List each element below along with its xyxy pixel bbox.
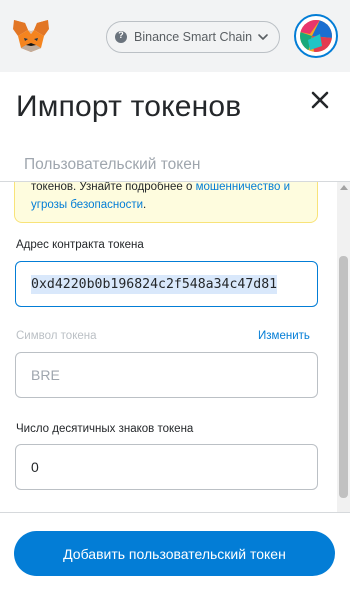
contract-address-input[interactable]: 0xd4220b0b196824c2f548a34c47d81: [15, 261, 318, 307]
network-selector[interactable]: Binance Smart Chain: [106, 21, 280, 53]
app-header: Binance Smart Chain: [0, 0, 350, 72]
form-scroll-area: токенов. Узнайте подробнее о мошенничест…: [0, 182, 350, 512]
scrollbar-thumb[interactable]: [339, 256, 348, 498]
page-title: Импорт токенов: [16, 90, 242, 123]
account-menu-button[interactable]: [294, 14, 338, 58]
scroll-up-arrow-icon[interactable]: [340, 185, 348, 190]
warning-suffix: .: [143, 199, 147, 211]
token-symbol-input[interactable]: BRE: [15, 352, 318, 398]
metamask-fox-icon[interactable]: [12, 18, 50, 54]
footer-divider: [0, 512, 350, 513]
token-decimals-value: 0: [31, 459, 39, 475]
token-symbol-value: BRE: [31, 367, 60, 383]
contract-address-value: 0xd4220b0b196824c2f548a34c47d81: [31, 274, 278, 294]
add-custom-token-button[interactable]: Добавить пользовательский токен: [14, 531, 335, 576]
contract-address-label: Адрес контракта токена: [16, 239, 144, 251]
tab-custom-token[interactable]: Пользовательский токен: [24, 156, 200, 174]
network-label: Binance Smart Chain: [134, 30, 253, 44]
warning-message: токенов. Узнайте подробнее о: [31, 182, 196, 193]
warning-text: токенов. Узнайте подробнее о мошенничест…: [31, 182, 311, 214]
token-symbol-label: Символ токена: [16, 330, 97, 342]
chevron-down-icon: [258, 34, 268, 40]
token-decimals-label: Число десятичных знаков токена: [16, 423, 194, 435]
edit-symbol-link[interactable]: Изменить: [258, 330, 310, 342]
account-avatar: [300, 20, 332, 52]
close-icon[interactable]: [308, 88, 332, 112]
network-status-icon: [115, 30, 127, 43]
token-decimals-input[interactable]: 0: [15, 444, 318, 490]
